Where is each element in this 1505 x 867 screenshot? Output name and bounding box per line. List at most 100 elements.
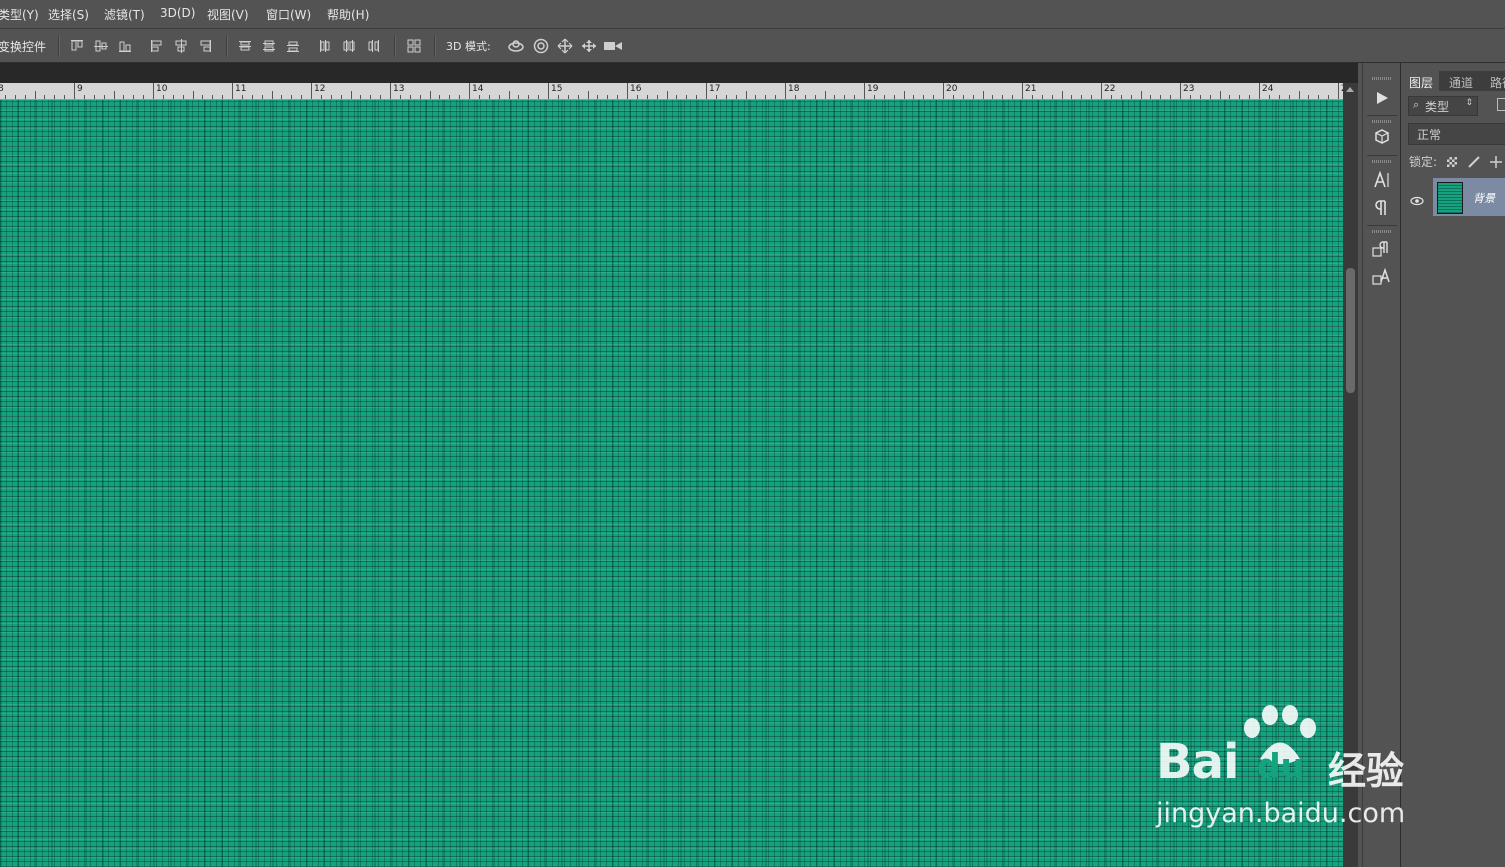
ruler-minor-tick [14, 95, 16, 99]
scroll-up-arrow-icon[interactable] [1346, 87, 1354, 92]
drag-3d-icon[interactable] [557, 38, 573, 54]
ruler-minor-tick [646, 95, 648, 99]
ruler-label: 19 [867, 84, 879, 94]
ruler-minor-tick [1012, 95, 1014, 99]
character-style-icon[interactable] [1371, 266, 1393, 288]
ruler-major-tick [311, 83, 312, 99]
ruler-minor-tick [133, 95, 135, 99]
ruler-major-tick [469, 83, 470, 99]
ruler-major-tick [706, 83, 707, 99]
horizontal-ruler[interactable]: 891011121314151617181920212223242 [0, 83, 1343, 100]
lock-transparent-icon[interactable] [1447, 157, 1457, 167]
ruler-minor-tick [281, 95, 283, 99]
layer-name[interactable]: 背景 [1473, 190, 1495, 206]
lock-label: 锁定: [1409, 155, 1438, 169]
character-icon[interactable] [1371, 169, 1393, 191]
align-hcenter-icon[interactable] [174, 39, 188, 53]
ruler-major-tick [153, 83, 154, 99]
ruler-minor-tick [330, 95, 332, 99]
filter-image-icon[interactable] [1497, 98, 1505, 111]
distribute-left-icon[interactable] [318, 39, 332, 53]
canvas-texture[interactable] [0, 100, 1343, 867]
distribute-top-icon[interactable] [238, 39, 252, 53]
blend-mode-select[interactable]: 正常 [1408, 123, 1505, 145]
ruler-minor-tick [1328, 95, 1330, 99]
ruler-minor-tick [873, 95, 875, 99]
layer-row[interactable]: 背景 [1401, 178, 1505, 216]
ruler-major-tick [627, 83, 628, 99]
layer-filter-select[interactable]: ⌕ 类型 ⇕ [1408, 96, 1478, 116]
eye-icon[interactable] [1410, 191, 1424, 206]
ruler-minor-tick [83, 95, 85, 99]
ruler-minor-tick [903, 91, 905, 99]
align-left-icon[interactable] [150, 39, 164, 53]
tab-channels[interactable]: 通道 [1449, 74, 1473, 91]
ruler-minor-tick [1081, 95, 1083, 99]
ruler-minor-tick [982, 91, 984, 99]
menu-select[interactable]: 选择(S) [48, 6, 89, 23]
ruler-minor-tick [528, 95, 530, 99]
lock-image-icon[interactable] [1467, 154, 1481, 173]
distribute-bottom-icon[interactable] [286, 39, 300, 53]
rotate-3d-icon[interactable] [507, 38, 524, 54]
ruler-minor-tick [162, 95, 164, 99]
tab-paths[interactable]: 路径 [1490, 74, 1505, 91]
ruler-minor-tick [962, 95, 964, 99]
paragraph-style-icon[interactable] [1371, 238, 1393, 260]
ruler-minor-tick [93, 95, 95, 99]
strip-grip[interactable] [1372, 77, 1392, 80]
ruler-minor-tick [597, 95, 599, 99]
ruler-minor-tick [1091, 95, 1093, 99]
ruler-minor-tick [182, 95, 184, 99]
play-action-icon[interactable] [1371, 87, 1393, 109]
options-bar: 变换控件 3D 模式: [0, 29, 1505, 63]
separator [1367, 115, 1397, 116]
ruler-minor-tick [478, 95, 480, 99]
distribute-right-icon[interactable] [366, 39, 380, 53]
menu-3d[interactable]: 3D(D) [160, 6, 195, 20]
ruler-minor-tick [557, 95, 559, 99]
auto-align-icon[interactable] [407, 39, 421, 53]
strip-grip[interactable] [1372, 230, 1392, 233]
lock-position-icon[interactable] [1489, 154, 1503, 173]
menu-bar: 类型(Y) 选择(S) 滤镜(T) 3D(D) 视图(V) 窗口(W) 帮助(H… [0, 0, 1505, 29]
ruler-major-tick [864, 83, 865, 99]
ruler-minor-tick [340, 95, 342, 99]
menu-view[interactable]: 视图(V) [207, 6, 249, 23]
ruler-minor-tick [824, 91, 826, 99]
ruler-minor-tick [1268, 95, 1270, 99]
ruler-minor-tick [913, 95, 915, 99]
ruler-major-tick [1101, 83, 1102, 99]
3d-icon[interactable] [1371, 126, 1393, 148]
transform-controls-label[interactable]: 变换控件 [0, 38, 46, 55]
scrollbar-thumb[interactable] [1346, 268, 1355, 393]
ruler-minor-tick [172, 95, 174, 99]
ruler-minor-tick [765, 95, 767, 99]
ruler-minor-tick [241, 95, 243, 99]
align-top-icon[interactable] [70, 39, 84, 53]
ruler-minor-tick [844, 95, 846, 99]
tab-layers[interactable]: 图层 [1409, 74, 1433, 91]
paragraph-icon[interactable] [1371, 197, 1393, 219]
align-vcenter-icon[interactable] [94, 39, 108, 53]
menu-window[interactable]: 窗口(W) [266, 6, 311, 23]
menu-help[interactable]: 帮助(H) [327, 6, 369, 23]
ruler-minor-tick [1140, 91, 1142, 99]
distribute-hcenter-icon[interactable] [342, 39, 356, 53]
separator [58, 35, 60, 57]
ruler-minor-tick [1278, 95, 1280, 99]
roll-3d-icon[interactable] [533, 38, 549, 54]
ruler-minor-tick [1031, 95, 1033, 99]
ruler-minor-tick [933, 95, 935, 99]
slide-3d-icon[interactable] [580, 38, 596, 54]
align-bottom-icon[interactable] [118, 39, 132, 53]
menu-filter[interactable]: 滤镜(T) [104, 6, 145, 23]
align-right-icon[interactable] [198, 39, 212, 53]
strip-grip[interactable] [1372, 160, 1392, 163]
ruler-minor-tick [1249, 95, 1251, 99]
scale-3d-icon[interactable] [603, 38, 622, 54]
menu-type[interactable]: 类型(Y) [0, 6, 39, 23]
ruler-label: 21 [1025, 84, 1037, 94]
distribute-vcenter-icon[interactable] [262, 39, 276, 53]
strip-grip[interactable] [1372, 120, 1392, 123]
